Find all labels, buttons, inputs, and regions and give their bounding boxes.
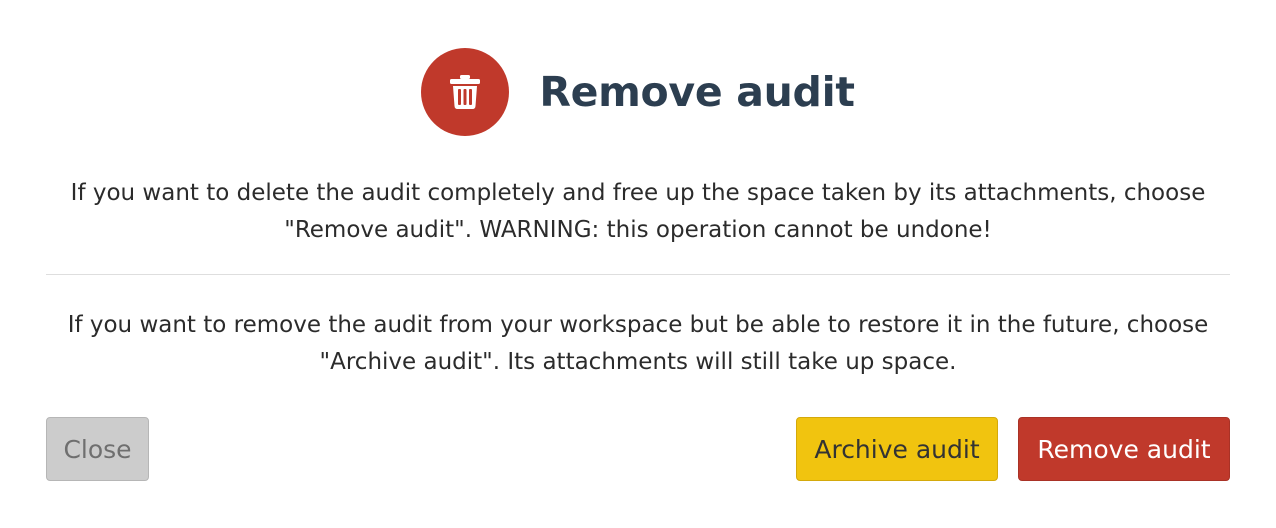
dialog-header: Remove audit xyxy=(0,48,1276,136)
remove-warning-message: If you want to delete the audit complete… xyxy=(70,180,1206,243)
divider xyxy=(46,274,1230,275)
dialog-title: Remove audit xyxy=(539,68,855,116)
close-button[interactable]: Close xyxy=(46,417,149,481)
trash-icon-badge xyxy=(421,48,510,136)
archive-info-message: If you want to remove the audit from you… xyxy=(67,312,1209,375)
remove-audit-dialog: Remove audit If you want to delete the a… xyxy=(0,0,1276,528)
remove-audit-button[interactable]: Remove audit xyxy=(1018,417,1230,481)
trash-icon xyxy=(450,75,481,109)
archive-audit-button[interactable]: Archive audit xyxy=(796,417,998,481)
